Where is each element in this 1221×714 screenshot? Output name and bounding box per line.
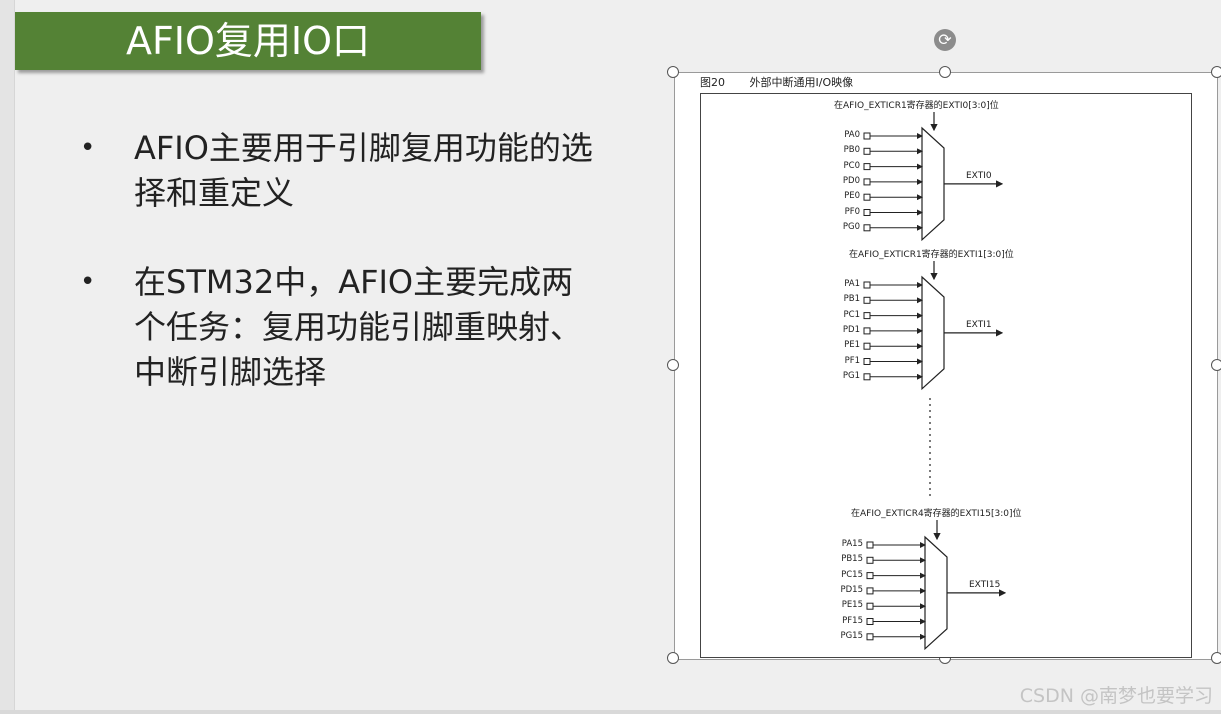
pin-terminal: [866, 556, 874, 564]
pin-terminal: [863, 163, 871, 171]
output-label: EXTI15: [969, 579, 1001, 590]
pin-label: PC0: [843, 160, 860, 171]
output-label: EXTI0: [966, 170, 992, 181]
pin-label: PF1: [844, 355, 860, 366]
multiplexer-shape: [924, 535, 948, 651]
pin-label: PA15: [841, 539, 863, 549]
pin-label: PC15: [841, 569, 863, 580]
mux-diagram: [863, 112, 1007, 651]
pin-label: PG1: [842, 370, 860, 381]
pin-terminal: [866, 602, 874, 610]
pin-terminal: [866, 572, 874, 580]
pin-label: PB1: [843, 294, 860, 305]
pin-label: PE0: [844, 191, 860, 202]
pin-terminal: [863, 327, 871, 335]
pin-terminal: [866, 618, 874, 625]
pin-terminal: [863, 312, 871, 320]
pin-terminal: [863, 296, 871, 304]
pin-terminal: [863, 224, 871, 232]
pin-terminal: [863, 281, 871, 289]
pin-label: PA1: [844, 279, 860, 289]
watermark: CSDN @南梦也要学习: [1019, 685, 1213, 707]
pin-terminal: [863, 132, 871, 140]
pin-terminal: [863, 373, 871, 381]
pin-label: PE1: [844, 340, 860, 351]
pin-label: PB0: [843, 145, 860, 156]
multiplexer-shape: [921, 126, 945, 242]
pin-terminal: [866, 587, 874, 595]
pin-label: PF15: [842, 615, 863, 626]
pin-terminal: [866, 541, 874, 549]
pin-label: PA0: [844, 130, 860, 140]
pin-terminal: [863, 209, 871, 216]
pin-terminal: [863, 342, 871, 350]
pin-label: PG0: [842, 221, 860, 232]
register-label: 在AFIO_EXTICR1寄存器的EXTI0[3:0]位: [834, 101, 999, 111]
pin-terminal: [863, 147, 871, 155]
pin-terminal: [863, 193, 871, 201]
pin-label: PD0: [842, 175, 860, 186]
output-label: EXTI1: [966, 319, 992, 330]
pin-terminal: [866, 633, 874, 641]
pin-label: PC1: [843, 309, 860, 320]
pin-label: PF0: [844, 206, 860, 217]
pin-label: PG15: [840, 630, 863, 641]
register-label: 在AFIO_EXTICR4寄存器的EXTI15[3:0]位: [851, 509, 1022, 519]
register-label: 在AFIO_EXTICR1寄存器的EXTI1[3:0]位: [849, 250, 1014, 260]
pin-label: PB15: [841, 554, 863, 565]
multiplexer-shape: [921, 275, 945, 391]
pin-label: PD15: [840, 584, 864, 595]
pin-terminal: [863, 358, 871, 365]
pin-label: PD1: [842, 324, 860, 335]
pin-terminal: [863, 178, 871, 186]
pin-label: PE15: [841, 600, 863, 611]
